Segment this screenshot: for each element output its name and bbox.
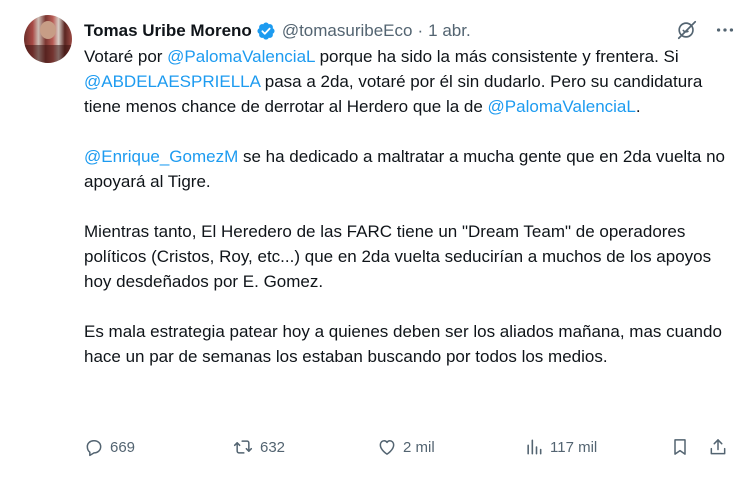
heart-icon	[377, 437, 397, 457]
tweet-header: Tomas Uribe Moreno @tomasuribeEco · 1 ab…	[84, 20, 471, 42]
mention-link[interactable]: @PalomaValenciaL	[167, 47, 315, 66]
paragraph-2: @Enrique_GomezM se ha dedicado a maltrat…	[84, 144, 734, 194]
share-icon	[708, 437, 728, 457]
author-handle[interactable]: @tomasuribeEco	[282, 20, 413, 42]
repost-icon	[232, 437, 254, 457]
avatar-face	[40, 21, 56, 39]
reply-count: 669	[110, 438, 136, 456]
text-segment: .	[635, 97, 641, 116]
repost-count: 632	[260, 438, 286, 456]
tweet-text: Votaré por @PalomaValenciaL porque ha si…	[84, 44, 734, 394]
paragraph-3: Mientras tanto, El Heredero de las FARC …	[84, 222, 712, 291]
paragraph-4: Es mala estrategia patear hoy a quienes …	[84, 322, 722, 366]
verified-badge-icon[interactable]	[256, 21, 276, 41]
repost-button[interactable]: 632	[232, 437, 285, 457]
tweet[interactable]: Tomas Uribe Moreno @tomasuribeEco · 1 ab…	[0, 0, 755, 477]
more-icon[interactable]	[713, 18, 737, 42]
text-segment: Votaré por	[84, 47, 168, 66]
reply-button[interactable]: 669	[84, 437, 135, 457]
avatar[interactable]	[24, 15, 72, 63]
grok-icon[interactable]	[675, 18, 699, 42]
post-time[interactable]: 1 abr.	[428, 20, 471, 42]
avatar-shadow	[24, 45, 72, 63]
bookmark-icon	[670, 437, 690, 457]
separator-dot: ·	[417, 21, 424, 40]
top-actions	[675, 18, 737, 42]
like-button[interactable]: 2 mil	[377, 437, 435, 457]
author-name[interactable]: Tomas Uribe Moreno	[84, 20, 252, 42]
like-count: 2 mil	[403, 438, 435, 456]
text-segment: porque ha sido la más consistente y fren…	[314, 47, 679, 66]
action-bar: 669 632 2 mil 117 mil	[84, 437, 734, 461]
views-icon	[524, 437, 544, 457]
views-button[interactable]: 117 mil	[524, 437, 597, 457]
share-button[interactable]	[708, 437, 728, 457]
reply-icon	[84, 437, 104, 457]
mention-link[interactable]: @PalomaValenciaL	[488, 97, 636, 116]
paragraph-1: Votaré por @PalomaValenciaL porque ha si…	[84, 44, 734, 119]
bookmark-button[interactable]	[670, 437, 690, 457]
mention-link[interactable]: @ABDELAESPRIELLA	[84, 72, 260, 91]
mention-link[interactable]: @Enrique_GomezM	[84, 147, 238, 166]
views-count: 117 mil	[550, 438, 598, 456]
